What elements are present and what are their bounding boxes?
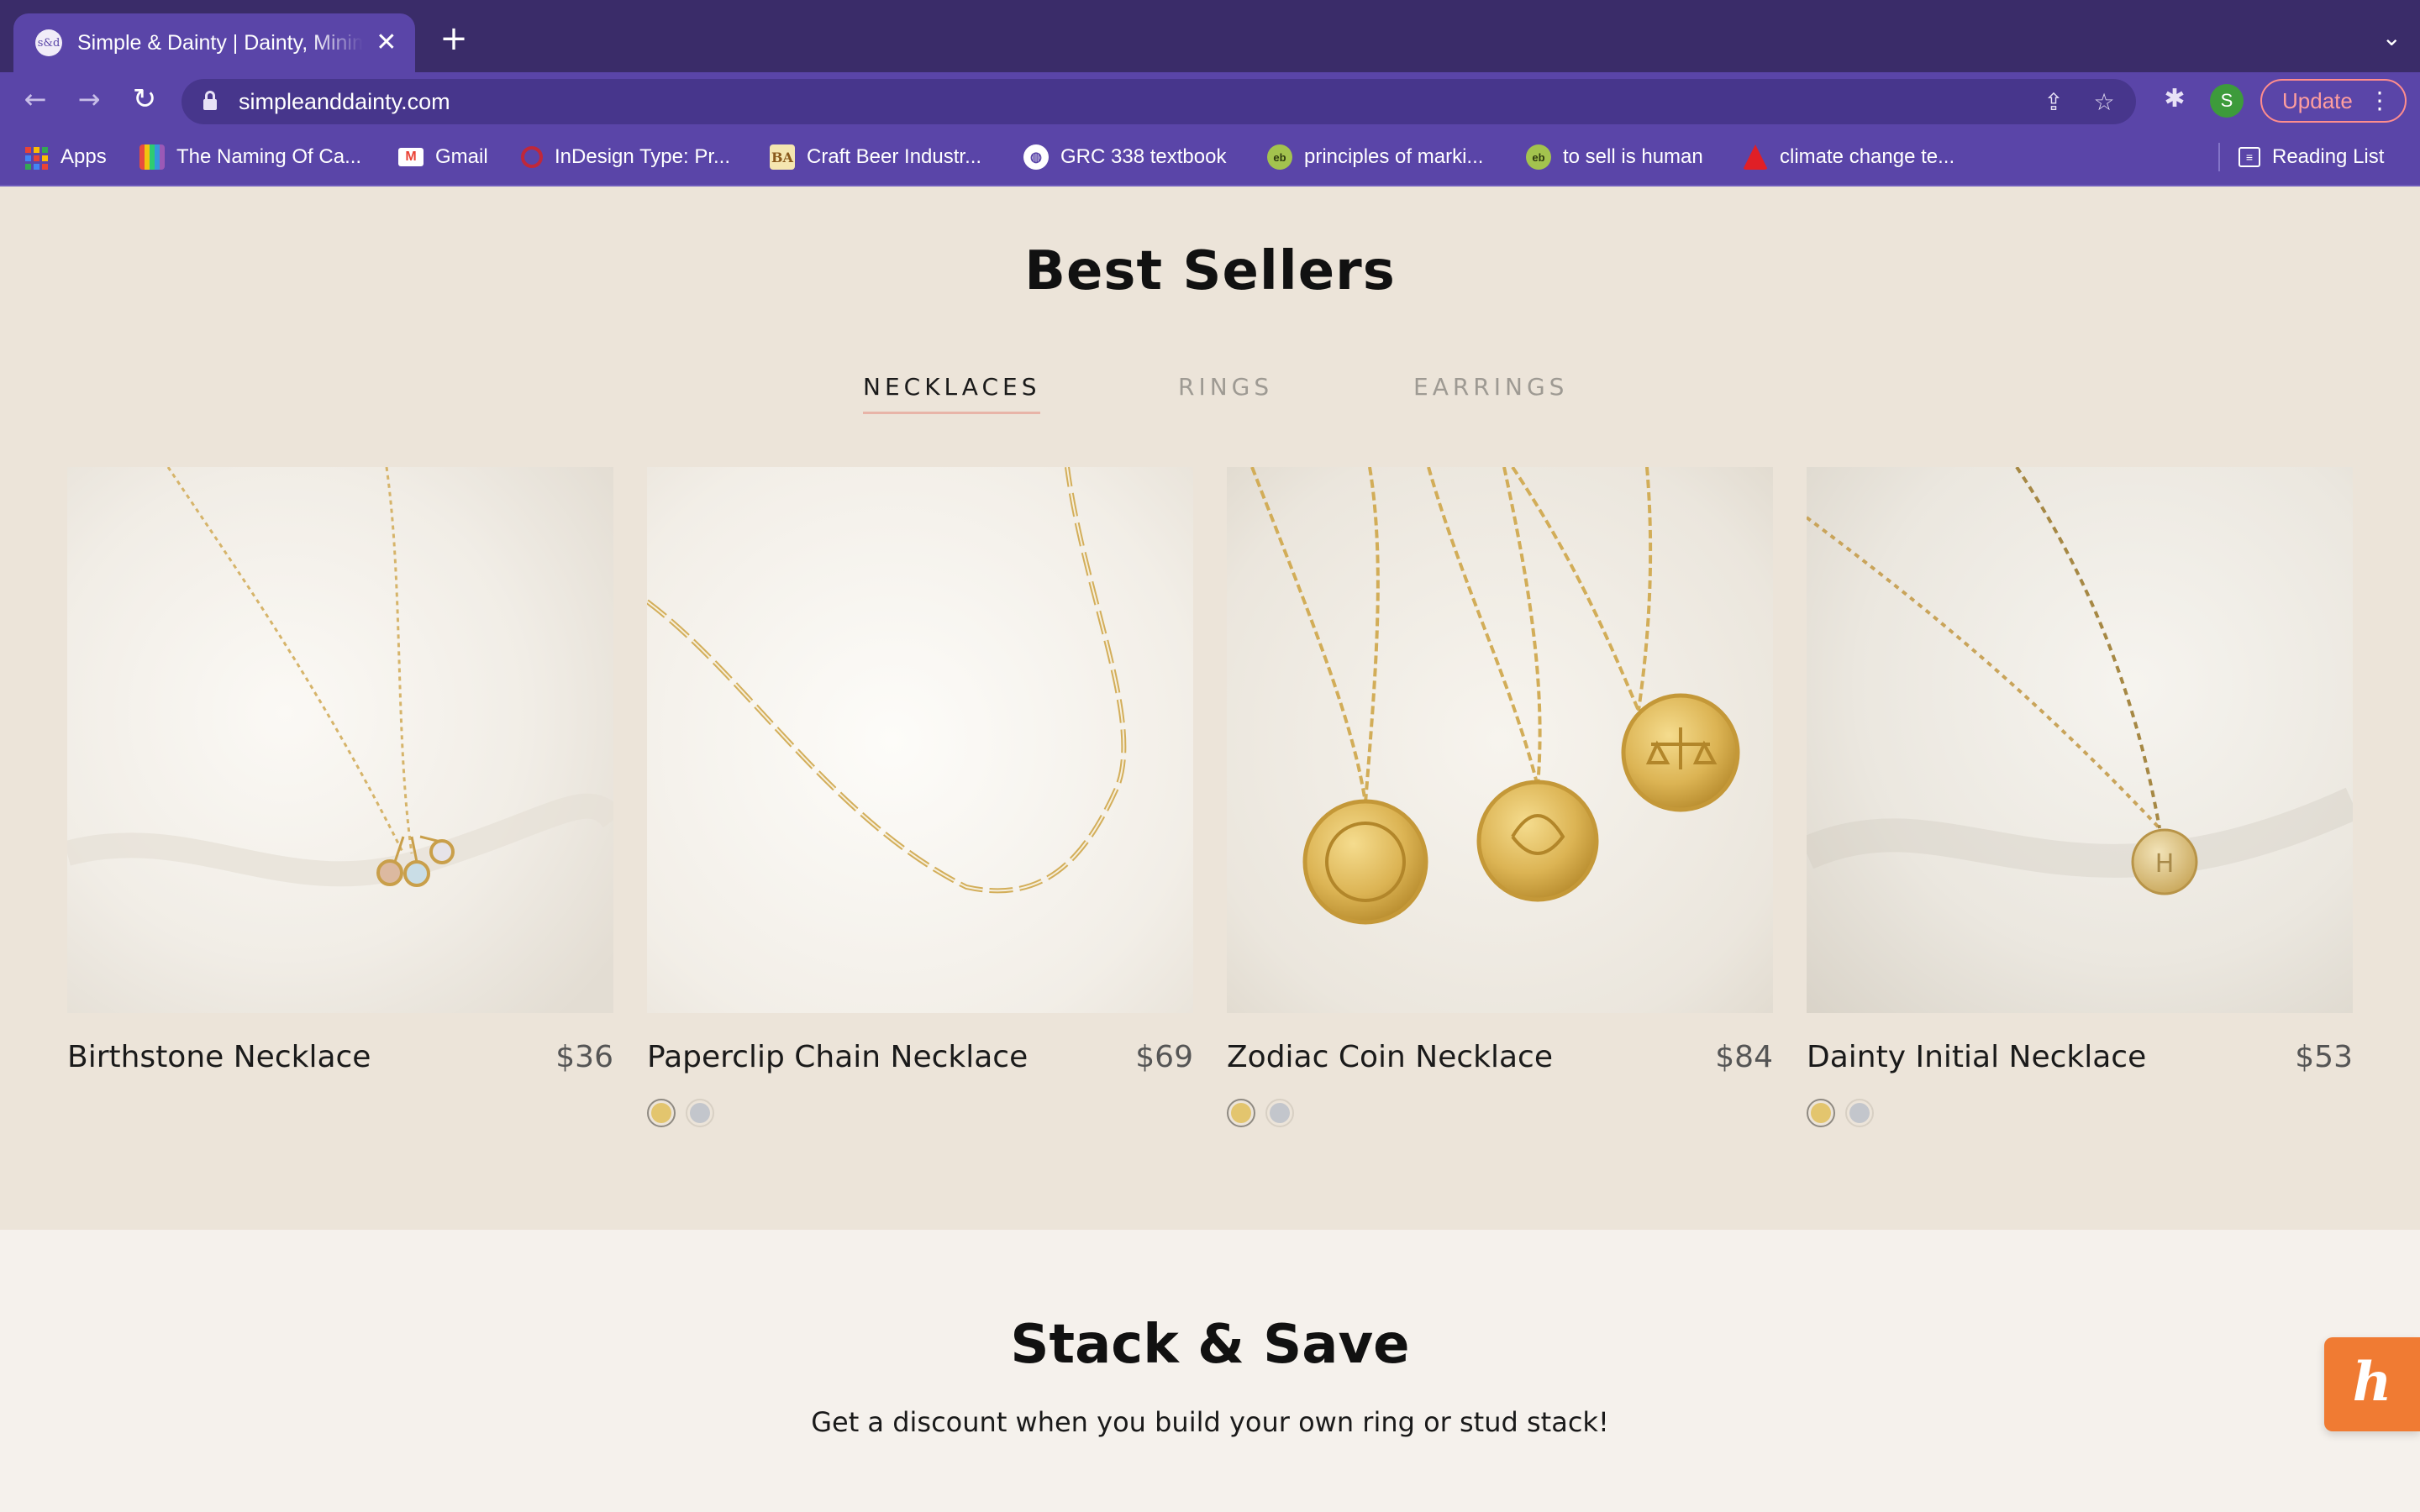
- reload-button[interactable]: ↻: [126, 81, 163, 118]
- product-card[interactable]: H Dainty Initial Necklace $53: [1807, 467, 2353, 1127]
- back-button[interactable]: ←: [17, 81, 54, 118]
- product-image-birthstone-necklace[interactable]: [67, 467, 613, 1013]
- bookmark-label: principles of marki...: [1304, 145, 1484, 168]
- tab-necklaces[interactable]: NECKLACES: [863, 373, 1041, 414]
- bookmark-label: InDesign Type: Pr...: [555, 145, 731, 168]
- browser-chrome: s&d Simple & Dainty | Dainty, Minimalist…: [0, 0, 2420, 186]
- reading-list-button[interactable]: ≡ Reading List: [2238, 143, 2384, 171]
- color-swatches: [1807, 1099, 1884, 1127]
- initial-letter-text: H: [2155, 849, 2175, 879]
- bookmark-indesign-type[interactable]: InDesign Type: Pr...: [521, 143, 730, 171]
- stack-save-subtitle: Get a discount when you build your own r…: [811, 1406, 1609, 1438]
- product-name[interactable]: Zodiac Coin Necklace: [1227, 1040, 1553, 1074]
- silver-swatch[interactable]: [1265, 1099, 1294, 1127]
- book-icon: [139, 144, 165, 170]
- bookmark-gmail[interactable]: M Gmail: [398, 143, 488, 171]
- honey-extension-icon[interactable]: h: [2324, 1337, 2420, 1431]
- tab-title: Simple & Dainty | Dainty, Minimalist: [77, 30, 363, 55]
- bookmark-star-icon[interactable]: ☆: [2089, 87, 2119, 118]
- reading-list-label: Reading List: [2272, 145, 2385, 168]
- bookmark-label: Apps: [60, 145, 107, 168]
- browser-toolbar: ← → ↻ simpleanddainty.com ⇪ ☆ ✱ S Update…: [0, 72, 2420, 126]
- gold-swatch[interactable]: [647, 1099, 676, 1127]
- bookmark-principles-of-marketing[interactable]: eb principles of marki...: [1267, 143, 1483, 171]
- product-image-dainty-initial-necklace[interactable]: H: [1807, 467, 2353, 1013]
- apps-grid-icon: [24, 144, 49, 170]
- page-content: Best Sellers NECKLACES RINGS EARRINGS Bi…: [0, 186, 2420, 1512]
- close-tab-icon[interactable]: ✕: [373, 30, 400, 55]
- browser-menu-icon[interactable]: ⋮: [2368, 81, 2391, 121]
- stack-and-save-section: Stack & Save Get a discount when you bui…: [0, 1230, 2420, 1512]
- browser-tab[interactable]: s&d Simple & Dainty | Dainty, Minimalist…: [13, 13, 415, 72]
- gmail-icon: M: [398, 148, 424, 166]
- bookmark-label: Craft Beer Industr...: [807, 145, 982, 168]
- lock-icon[interactable]: [203, 91, 217, 110]
- product-card[interactable]: Zodiac Coin Necklace $84: [1227, 467, 1773, 1127]
- bookmark-craft-beer[interactable]: BA Craft Beer Industr...: [770, 143, 981, 171]
- product-card[interactable]: Paperclip Chain Necklace $69: [647, 467, 1193, 1127]
- bookmark-grc-338[interactable]: ◍ GRC 338 textbook: [1023, 143, 1226, 171]
- bookmark-naming-of-cats[interactable]: The Naming Of Ca...: [139, 143, 361, 171]
- product-name[interactable]: Birthstone Necklace: [67, 1040, 371, 1074]
- reading-list-icon: ≡: [2238, 147, 2260, 167]
- product-price: $69: [1135, 1040, 1193, 1074]
- product-card[interactable]: Birthstone Necklace $36: [67, 467, 613, 1074]
- adobe-icon: [1743, 144, 1768, 170]
- bookmarks-divider: [2218, 143, 2220, 171]
- new-tab-button[interactable]: +: [434, 18, 474, 59]
- eb-icon: eb: [1526, 144, 1551, 170]
- gold-swatch[interactable]: [1807, 1099, 1835, 1127]
- color-swatches: [1227, 1099, 1304, 1127]
- share-icon[interactable]: ⇪: [2039, 87, 2069, 118]
- bookmark-label: to sell is human: [1563, 145, 1703, 168]
- tab-earrings[interactable]: EARRINGS: [1413, 373, 1568, 401]
- silver-swatch[interactable]: [686, 1099, 714, 1127]
- craft-beer-icon: BA: [770, 144, 795, 170]
- bookmark-to-sell-is-human[interactable]: eb to sell is human: [1526, 143, 1703, 171]
- product-price: $36: [555, 1040, 613, 1074]
- bookmark-apps[interactable]: Apps: [24, 143, 107, 171]
- forward-button[interactable]: →: [71, 81, 108, 118]
- globe-icon: ◍: [1023, 144, 1049, 170]
- eb-icon: eb: [1267, 144, 1292, 170]
- extensions-puzzle-icon[interactable]: ✱: [2160, 84, 2190, 114]
- product-price: $84: [1715, 1040, 1773, 1074]
- tab-search-chevron-icon[interactable]: ⌄: [2382, 24, 2402, 51]
- tab-strip: s&d Simple & Dainty | Dainty, Minimalist…: [0, 0, 2420, 72]
- tab-rings[interactable]: RINGS: [1178, 373, 1273, 401]
- address-bar[interactable]: simpleanddainty.com ⇪ ☆: [182, 79, 2136, 124]
- indesign-icon: [521, 146, 543, 168]
- product-name[interactable]: Paperclip Chain Necklace: [647, 1040, 1028, 1074]
- category-tabs: NECKLACES RINGS EARRINGS: [0, 373, 2420, 423]
- profile-avatar[interactable]: S: [2210, 84, 2244, 118]
- bookmarks-bar: Apps The Naming Of Ca... M Gmail InDesig…: [0, 126, 2420, 186]
- site-favicon-icon: s&d: [35, 29, 62, 56]
- bookmark-label: Gmail: [435, 145, 488, 168]
- best-sellers-heading: Best Sellers: [1024, 240, 1396, 302]
- bookmark-label: The Naming Of Ca...: [176, 145, 362, 168]
- update-label: Update: [2282, 88, 2353, 113]
- update-button[interactable]: Update ⋮: [2260, 79, 2407, 123]
- silver-swatch[interactable]: [1845, 1099, 1874, 1127]
- stack-save-heading: Stack & Save: [1010, 1314, 1410, 1376]
- bookmark-label: GRC 338 textbook: [1060, 145, 1227, 168]
- product-name[interactable]: Dainty Initial Necklace: [1807, 1040, 2146, 1074]
- url-text[interactable]: simpleanddainty.com: [239, 89, 450, 115]
- product-image-paperclip-chain-necklace[interactable]: [647, 467, 1193, 1013]
- bookmark-label: climate change te...: [1780, 145, 1955, 168]
- product-price: $53: [2295, 1040, 2353, 1074]
- product-image-zodiac-coin-necklace[interactable]: [1227, 467, 1773, 1013]
- gold-swatch[interactable]: [1227, 1099, 1255, 1127]
- bookmark-climate-change[interactable]: climate change te...: [1743, 143, 1954, 171]
- color-swatches: [647, 1099, 724, 1127]
